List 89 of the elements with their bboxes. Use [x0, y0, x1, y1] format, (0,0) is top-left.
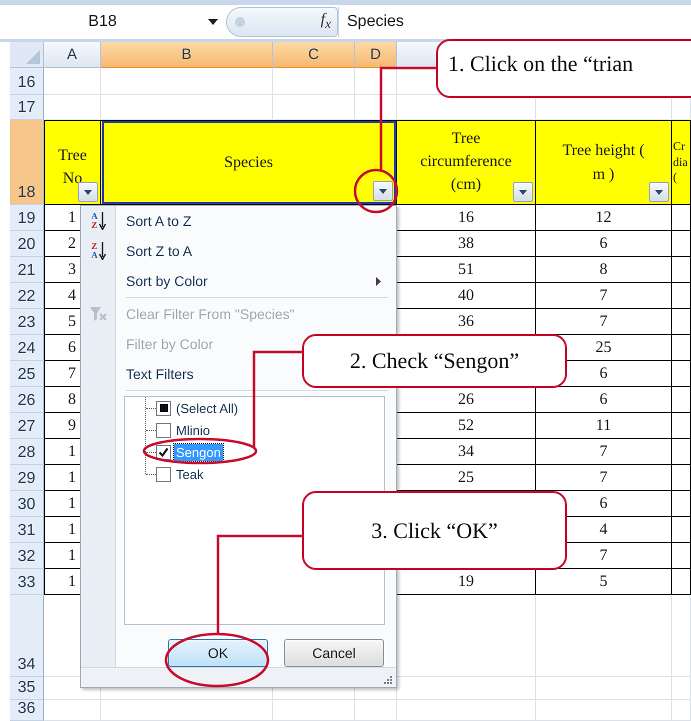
table-cell: [672, 491, 691, 517]
row-header[interactable]: 35: [10, 677, 44, 700]
row-header[interactable]: 25: [10, 361, 44, 387]
highlight-circle: [354, 168, 398, 214]
row-header[interactable]: 21: [10, 257, 44, 283]
row-header[interactable]: 19: [10, 205, 44, 231]
table-cell: [672, 387, 691, 413]
dropdown-arrow-icon: [519, 190, 527, 194]
down-arrow-icon: [98, 212, 106, 230]
filter-button[interactable]: [373, 181, 393, 201]
table-cell: 12: [536, 205, 672, 231]
row-header[interactable]: 28: [10, 439, 44, 465]
row-header[interactable]: 31: [10, 517, 44, 543]
row-header[interactable]: 24: [10, 335, 44, 361]
value-label[interactable]: Mlinio: [174, 422, 212, 438]
column-header[interactable]: D: [355, 42, 397, 68]
table-cell: [672, 543, 691, 569]
row-header[interactable]: 30: [10, 491, 44, 517]
table-cell: [672, 569, 691, 595]
checkbox[interactable]: [156, 400, 171, 416]
table-cell: [672, 335, 691, 361]
row-header[interactable]: 23: [10, 309, 44, 335]
dropdown-arrow-icon: [655, 190, 663, 194]
value-label[interactable]: (Select All): [174, 400, 240, 416]
row-header[interactable]: 18: [10, 120, 44, 205]
callout-tooltip: 2. Check “Sengon”: [302, 334, 567, 388]
resize-grip-icon[interactable]: [384, 676, 392, 684]
dropdown-caret-icon[interactable]: [208, 19, 218, 25]
table-cell: 7: [536, 439, 672, 465]
value-label[interactable]: Teak: [174, 466, 206, 482]
cancel-button[interactable]: Cancel: [284, 639, 384, 667]
filter-button[interactable]: [513, 182, 533, 202]
row-header[interactable]: 36: [10, 700, 44, 721]
formula-field[interactable]: Species: [338, 7, 691, 37]
table-cell: [672, 413, 691, 439]
column-header[interactable]: B: [101, 42, 273, 68]
row-header[interactable]: 22: [10, 283, 44, 309]
icon-letter: Z: [91, 242, 98, 251]
ok-button[interactable]: OK: [168, 639, 268, 667]
table-cell: [672, 465, 691, 491]
callout-tooltip: 1. Click on the “trian: [436, 39, 691, 98]
row-header[interactable]: 32: [10, 543, 44, 569]
empty-cell: [672, 677, 691, 700]
column-heading: Tree circumference (cm): [419, 128, 513, 196]
table-cell: 8: [536, 257, 672, 283]
dropdown-arrow-icon: [379, 188, 387, 194]
column-header[interactable]: A: [44, 42, 101, 68]
empty-cell: [355, 700, 397, 721]
row-header[interactable]: 26: [10, 387, 44, 413]
column-heading: Cr dia (: [672, 139, 689, 186]
row-header[interactable]: 34: [10, 595, 44, 677]
checkbox[interactable]: [156, 422, 171, 438]
icon-letter: A: [91, 251, 98, 260]
column-heading: Species: [224, 152, 273, 173]
filter-button[interactable]: [78, 182, 98, 202]
column-heading: Tree No: [57, 146, 88, 189]
checkbox[interactable]: [156, 444, 171, 460]
table-cell: [672, 231, 691, 257]
empty-cell: [672, 700, 691, 721]
checkbox[interactable]: [156, 466, 171, 482]
icon-letter: Z: [91, 221, 98, 230]
table-cell: 11: [536, 413, 672, 439]
row-header[interactable]: 16: [10, 68, 44, 95]
submenu-arrow-icon: [376, 276, 381, 286]
splitter-handle[interactable]: [235, 17, 245, 27]
icon-letter: A: [91, 212, 98, 221]
name-box[interactable]: B18: [10, 7, 195, 37]
callout-tooltip: 3. Click “OK”: [302, 491, 567, 570]
table-cell: [672, 361, 691, 387]
row-header[interactable]: 33: [10, 569, 44, 595]
table-cell: 6: [536, 231, 672, 257]
row-header[interactable]: 17: [10, 95, 44, 120]
column-heading: Tree height ( m ): [561, 141, 646, 184]
corner-triangle-icon: [26, 50, 40, 64]
dropdown-arrow-icon: [84, 190, 92, 194]
table-cell: [672, 257, 691, 283]
clear-filter-icon: [90, 306, 108, 322]
filter-button[interactable]: [649, 182, 669, 202]
table-cell: [672, 309, 691, 335]
column-header[interactable]: C: [273, 42, 355, 68]
row-header[interactable]: 20: [10, 231, 44, 257]
insert-function-button[interactable]: f$_{x}$: [320, 11, 331, 33]
down-arrow-icon: [98, 242, 106, 260]
table-cell: [672, 517, 691, 543]
table-cell: [672, 283, 691, 309]
table-cell: [672, 439, 691, 465]
table-cell: 7: [536, 283, 672, 309]
row-header[interactable]: 29: [10, 465, 44, 491]
row-header[interactable]: 27: [10, 413, 44, 439]
